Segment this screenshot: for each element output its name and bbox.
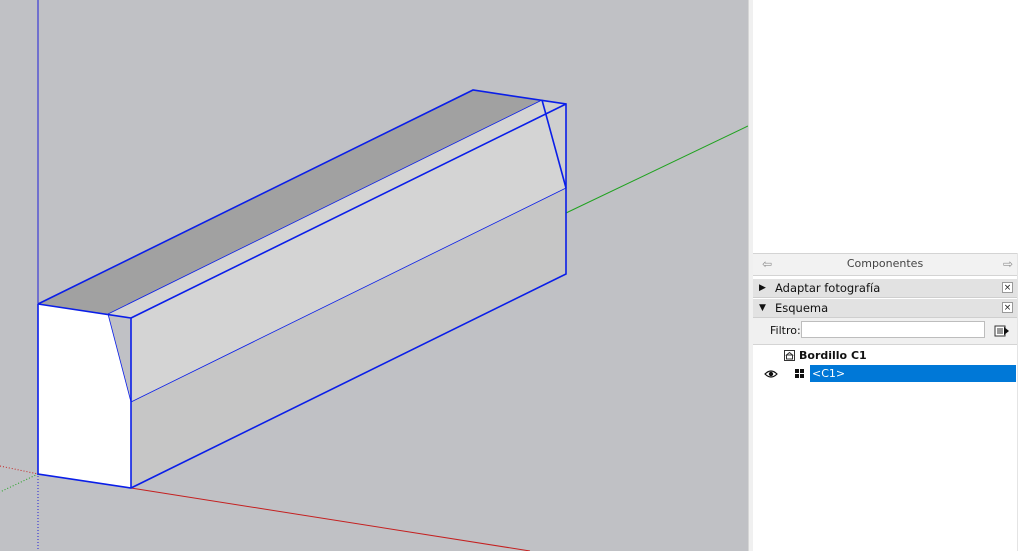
green-axis-dotted: [0, 473, 39, 493]
default-tray: ⇦ Componentes ⇨ ▶ Adaptar fotografía × ▼…: [753, 0, 1028, 551]
eye-icon[interactable]: [764, 369, 778, 379]
green-axis: [565, 125, 748, 214]
curb-end-face[interactable]: [38, 304, 131, 488]
collapse-triangle-icon[interactable]: ▼: [759, 302, 766, 314]
model-canvas[interactable]: [0, 0, 748, 551]
arrow-right-icon[interactable]: ⇨: [1001, 257, 1015, 271]
3d-viewport[interactable]: [0, 0, 748, 551]
close-icon[interactable]: ×: [1002, 282, 1013, 293]
close-icon[interactable]: ×: [1002, 302, 1013, 313]
panel-title: Adaptar fotografía: [775, 281, 881, 295]
expand-triangle-icon[interactable]: ▶: [759, 282, 766, 294]
panel-header-esquema[interactable]: ▼ Esquema ×: [753, 299, 1017, 318]
model-name: Bordillo C1: [799, 349, 867, 362]
details-menu-icon[interactable]: [994, 323, 1010, 339]
arrow-left-icon[interactable]: ⇦: [760, 257, 774, 271]
component-icon: [795, 369, 804, 378]
tray-navigation-bar: ⇦ Componentes ⇨: [753, 253, 1017, 276]
outliner-model-row[interactable]: Bordillo C1: [753, 347, 1017, 364]
outliner-tree: Bordillo C1 <C1>: [753, 346, 1017, 551]
panel-header-adaptar-fotografia[interactable]: ▶ Adaptar fotografía ×: [753, 279, 1017, 298]
panel-title: Esquema: [775, 301, 829, 315]
tray-empty-area: [753, 0, 1028, 253]
tray-scrollbar[interactable]: [1017, 253, 1028, 551]
outliner-item-label[interactable]: <C1>: [810, 365, 1016, 382]
outliner-item-c1[interactable]: <C1>: [753, 365, 1017, 382]
red-axis: [130, 487, 531, 551]
tray-title: Componentes: [846, 257, 924, 270]
filter-label: Filtro:: [770, 324, 801, 337]
red-axis-dotted: [0, 465, 39, 475]
filter-input[interactable]: [801, 321, 985, 338]
model-icon: [784, 350, 795, 361]
outliner-filter-row: Filtro:: [753, 318, 1017, 345]
